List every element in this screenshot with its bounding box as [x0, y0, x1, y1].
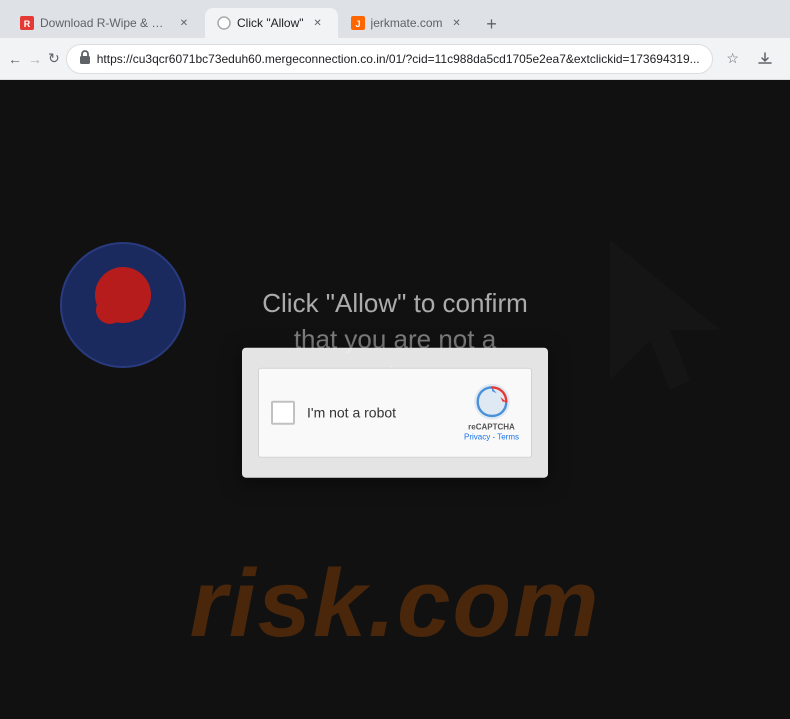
- tab-click-allow[interactable]: Click "Allow" ✕: [205, 8, 338, 38]
- recaptcha-label: I'm not a robot: [307, 405, 452, 421]
- reload-button[interactable]: ↻: [48, 45, 60, 73]
- toolbar-actions: ☆ ⋮: [719, 45, 790, 73]
- tab-close-rwipe[interactable]: ✕: [176, 15, 192, 31]
- recaptcha-links[interactable]: Privacy - Terms: [464, 433, 519, 443]
- reload-icon: ↻: [48, 50, 60, 67]
- heading-allow-quote: "Allow" to confirm: [326, 288, 528, 318]
- forward-icon: →: [28, 51, 42, 67]
- tab-title-click: Click "Allow": [237, 16, 304, 30]
- tab-title-jerkmate: jerkmate.com: [371, 16, 443, 30]
- download-button[interactable]: [751, 45, 779, 73]
- lock-icon: [79, 50, 91, 67]
- recaptcha-dialog: I'm not a robot reCAPTCHA Privacy: [242, 347, 548, 478]
- tab-close-jerkmate[interactable]: ✕: [449, 15, 465, 31]
- recaptcha-inner: I'm not a robot reCAPTCHA Privacy: [258, 367, 532, 458]
- heading-click: Click: [262, 288, 326, 318]
- recaptcha-logo-area: reCAPTCHA Privacy - Terms: [464, 382, 519, 443]
- download-icon: [757, 51, 773, 67]
- tab-favicon-rwipe: R: [20, 16, 34, 30]
- heading-line1: Click "Allow" to confirm: [225, 285, 565, 321]
- toolbar: ← → ↻ https://cu3qcr6071bc73eduh60.merge…: [0, 38, 790, 80]
- back-icon: ←: [8, 51, 22, 67]
- recaptcha-logo-icon: [473, 382, 511, 420]
- tab-rwipe[interactable]: R Download R-Wipe & Clean 20... ✕: [8, 8, 204, 38]
- tab-favicon-jerkmate: J: [351, 16, 365, 30]
- star-icon: ☆: [726, 50, 739, 67]
- tab-bar: R Download R-Wipe & Clean 20... ✕ Click …: [0, 0, 790, 38]
- address-bar[interactable]: https://cu3qcr6071bc73eduh60.mergeconnec…: [66, 44, 713, 74]
- circle-logo: [58, 240, 188, 370]
- forward-button[interactable]: →: [28, 45, 42, 73]
- address-text: https://cu3qcr6071bc73eduh60.mergeconnec…: [97, 52, 700, 66]
- browser-frame: R Download R-Wipe & Clean 20... ✕ Click …: [0, 0, 790, 719]
- back-button[interactable]: ←: [8, 45, 22, 73]
- recaptcha-checkbox[interactable]: [271, 401, 295, 425]
- page-content: risk.com Click "Allow" to confirm that y…: [0, 80, 790, 719]
- tab-favicon-click: [217, 16, 231, 30]
- recaptcha-branding: reCAPTCHA Privacy - Terms: [464, 422, 519, 443]
- new-tab-button[interactable]: +: [478, 10, 506, 38]
- arrow-watermark: [590, 230, 750, 458]
- svg-text:R: R: [24, 19, 31, 29]
- bookmark-button[interactable]: ☆: [719, 45, 747, 73]
- tab-jerkmate[interactable]: J jerkmate.com ✕: [339, 8, 477, 38]
- watermark-text: risk.com: [190, 549, 601, 659]
- tab-close-click[interactable]: ✕: [310, 15, 326, 31]
- svg-text:J: J: [355, 19, 360, 29]
- tab-title-rwipe: Download R-Wipe & Clean 20...: [40, 16, 170, 30]
- profile-button[interactable]: [783, 45, 790, 73]
